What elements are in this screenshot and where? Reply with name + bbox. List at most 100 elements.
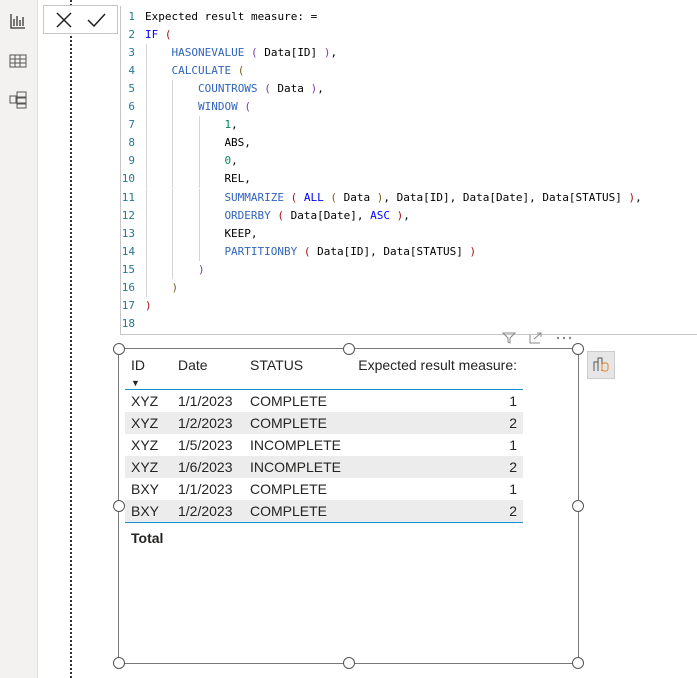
code-line: 18	[121, 315, 145, 333]
resize-handle[interactable]	[113, 343, 125, 355]
cell-measure: 2	[347, 500, 524, 523]
resize-handle[interactable]	[572, 657, 584, 669]
code-token: IF	[145, 28, 159, 42]
indent-guide	[146, 206, 147, 225]
view-sidebar	[0, 0, 38, 678]
code-token: (	[250, 46, 258, 60]
formula-commit-box	[43, 5, 118, 34]
indent-guide	[146, 152, 147, 171]
line-number: 13	[121, 226, 135, 240]
cell-id: XYZ	[131, 437, 159, 453]
column-header-status[interactable]: STATUS	[244, 353, 348, 390]
cell-date: 1/1/2023	[178, 393, 233, 409]
indent-guide	[172, 224, 174, 243]
close-icon[interactable]	[54, 10, 74, 30]
cell-date: 1/6/2023	[172, 456, 244, 478]
cell-measure: 1	[509, 393, 518, 409]
column-header-measure[interactable]: Expected result measure:	[347, 353, 524, 390]
indent-guide	[146, 44, 147, 63]
line-number: 17	[121, 298, 135, 312]
indent-guide	[146, 98, 147, 117]
code-line: 16)	[121, 279, 178, 297]
cell-measure: 2	[347, 412, 524, 434]
code-token: Data[ID], Data[STATUS]	[310, 244, 470, 258]
line-number: 12	[121, 208, 135, 222]
table-view-icon[interactable]	[8, 51, 28, 71]
line-number: 6	[128, 100, 135, 114]
line-number: 15	[121, 262, 135, 276]
code-token: ,	[231, 118, 238, 132]
code-token: KEEP,	[224, 226, 258, 240]
resize-handle[interactable]	[113, 657, 125, 669]
cell-status: COMPLETE	[250, 481, 328, 497]
cell-measure: 1	[509, 437, 518, 453]
code-token: ,	[231, 154, 238, 168]
resize-handle[interactable]	[343, 343, 355, 355]
line-number: 11	[121, 190, 135, 204]
cell-date: 1/1/2023	[178, 481, 233, 497]
line-number: 8	[128, 136, 135, 150]
dax-formula-editor[interactable]: 1 Expected result measure: = 2 IF (3 HASONEV…	[120, 6, 697, 335]
code-token: ALL	[303, 190, 324, 204]
indent-guide	[146, 242, 147, 261]
more-options-icon[interactable]	[556, 336, 572, 340]
code-token: (	[303, 244, 311, 258]
code-token: , Data[ID], Data[Date], Data[STATUS]	[383, 190, 629, 204]
indent-guide	[198, 188, 200, 207]
code-line: 3 HASONEVALUE ( Data[ID] ),	[121, 44, 337, 62]
indent-guide	[172, 152, 174, 171]
cell-status: COMPLETE	[250, 393, 328, 409]
code-token: Data	[337, 190, 377, 204]
line-number: 5	[128, 82, 135, 96]
indent-guide	[172, 206, 174, 225]
code-token: (	[264, 82, 271, 96]
report-view-icon[interactable]	[8, 11, 28, 31]
resize-handle[interactable]	[343, 657, 355, 669]
column-header-date[interactable]: Date	[172, 353, 244, 390]
check-icon[interactable]	[86, 10, 106, 30]
table-row[interactable]: BXY 1/2/2023 COMPLETE 2	[125, 500, 524, 523]
column-header-id[interactable]: ID ▼	[125, 353, 172, 390]
filter-icon[interactable]	[502, 332, 516, 344]
table-row[interactable]: XYZ 1/6/2023 INCOMPLETE 2	[125, 456, 524, 478]
resize-handle[interactable]	[572, 343, 584, 355]
cell-measure: 2	[347, 456, 524, 478]
page-boundary-line	[70, 0, 72, 678]
code-token: WINDOW	[197, 100, 238, 114]
code-token: CALCULATE	[171, 64, 232, 78]
code-token: (	[237, 64, 245, 78]
table-row[interactable]: XYZ 1/1/2023 COMPLETE 1	[125, 390, 523, 413]
line-number: 10	[121, 172, 135, 186]
code-line: 2 IF (	[121, 26, 172, 44]
table-row[interactable]: BXY 1/1/2023 COMPLETE 1	[125, 478, 523, 500]
code-token: (	[164, 28, 172, 42]
focus-mode-icon[interactable]	[529, 332, 543, 344]
resize-handle[interactable]	[572, 500, 584, 512]
code-token: PARTITIONBY	[224, 244, 298, 258]
line-number: 4	[128, 64, 135, 78]
code-line: 15)	[121, 261, 205, 279]
code-token: SUMMARIZE	[224, 190, 285, 204]
table-row[interactable]: XYZ 1/5/2023 INCOMPLETE 1	[125, 434, 523, 456]
code-line: 5 COUNTROWS ( Data ),	[121, 80, 323, 98]
resize-handle[interactable]	[113, 500, 125, 512]
code-line: 10 REL,	[121, 170, 251, 188]
code-line: 7 1,	[121, 116, 238, 134]
table-row[interactable]: XYZ 1/2/2023 COMPLETE 2	[125, 412, 524, 434]
code-token: Expected result measure: =	[145, 10, 318, 23]
line-number: 7	[128, 118, 135, 132]
code-line: 6 WINDOW (	[121, 98, 251, 116]
model-view-icon[interactable]	[8, 90, 28, 110]
code-line: 1 Expected result measure: =	[121, 8, 317, 26]
line-number: 2	[128, 28, 135, 42]
code-token: COUNTROWS	[197, 82, 258, 96]
format-visual-button[interactable]	[587, 351, 615, 379]
table-visual[interactable]: ID ▼ Date STATUS Expected result measure:…	[113, 343, 584, 669]
data-table: ID ▼ Date STATUS Expected result measure:…	[125, 353, 524, 549]
code-token: ,	[330, 46, 338, 60]
